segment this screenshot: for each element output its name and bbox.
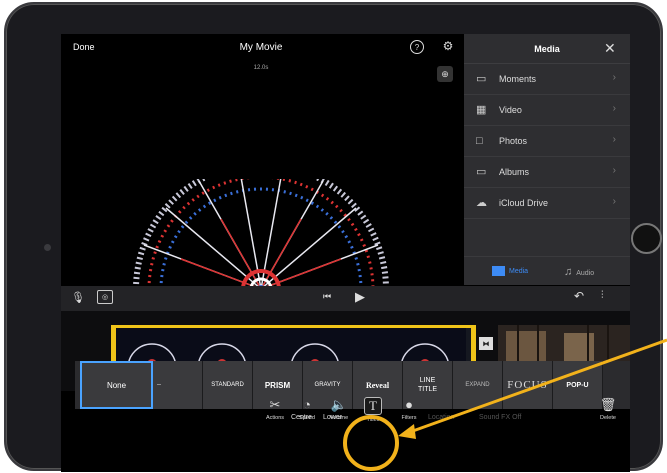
microphone-icon[interactable]: 🎙 bbox=[71, 291, 85, 304]
title-style-label: PRISM bbox=[264, 380, 291, 390]
toolbar-label: Filters bbox=[401, 415, 417, 421]
media-item-photos[interactable]: □ Photos › bbox=[464, 126, 630, 157]
home-button[interactable] bbox=[631, 223, 662, 254]
toolbar-label: Volume bbox=[329, 415, 349, 421]
clip-thumbnails bbox=[127, 343, 450, 363]
title-style-label: POP-U bbox=[566, 381, 589, 389]
media-panel: Media ✕ ▭ Moments › ▦ Video › □ Photos ›… bbox=[464, 34, 630, 285]
sound-fx-option[interactable]: Sound FX Off bbox=[479, 414, 521, 421]
clip-thumbnails bbox=[498, 325, 630, 366]
title-style-label: GRAVITY bbox=[314, 382, 341, 388]
zoom-icon[interactable]: ⊕ bbox=[437, 66, 453, 82]
filters-button[interactable]: ● Filters bbox=[391, 397, 427, 421]
camera-icon[interactable]: ◎ bbox=[97, 290, 113, 304]
media-item-video[interactable]: ▦ Video › bbox=[464, 95, 630, 126]
gear-icon[interactable]: ⚙ bbox=[441, 39, 455, 53]
toolbar-label: Actions bbox=[265, 415, 285, 421]
media-item-label: Moments bbox=[499, 74, 537, 84]
tab-audio-label: Audio bbox=[576, 270, 595, 277]
video-clip-next[interactable] bbox=[498, 325, 630, 366]
title-style-focus[interactable]: FOCUS bbox=[503, 361, 553, 409]
title-style-label: EXPAND bbox=[465, 382, 490, 388]
toolbar-label: Speed bbox=[299, 415, 315, 421]
album-icon: ▭ bbox=[476, 166, 487, 178]
volume-icon: 🔈 bbox=[330, 397, 348, 412]
video-preview-ferris-wheel bbox=[133, 179, 389, 289]
actions-button[interactable]: ✂ Actions bbox=[257, 397, 293, 421]
media-panel-header: Media ✕ bbox=[464, 34, 630, 64]
undo-icon[interactable]: ↶ bbox=[574, 289, 584, 303]
title-style-label: LINE TITLE bbox=[417, 377, 438, 393]
media-item-label: iCloud Drive bbox=[499, 198, 549, 208]
video-clip-selected[interactable] bbox=[111, 325, 476, 366]
title-style-label: Reveal bbox=[365, 380, 390, 390]
media-item-label: Albums bbox=[499, 167, 530, 177]
highlight-circle bbox=[343, 415, 399, 471]
titles-icon: T bbox=[364, 397, 382, 415]
media-item-label: Photos bbox=[499, 136, 528, 146]
chevron-right-icon: › bbox=[612, 134, 616, 145]
chevron-right-icon: › bbox=[612, 103, 616, 114]
play-icon[interactable]: ▶ bbox=[355, 289, 365, 305]
cloud-icon: ☁ bbox=[476, 197, 487, 209]
chevron-right-icon: › bbox=[612, 165, 616, 176]
title-style-dashes[interactable]: -- bbox=[153, 361, 203, 409]
help-icon[interactable]: ? bbox=[410, 40, 424, 54]
timeline-controls: 🎙 ◎ ⏮ ▶ ↶ ⫶ bbox=[61, 286, 630, 311]
title-style-label: FOCUS bbox=[507, 379, 548, 391]
chevron-right-icon: › bbox=[612, 196, 616, 207]
moments-icon: ▭ bbox=[476, 73, 487, 85]
tab-audio[interactable]: ♫ Audio bbox=[564, 266, 594, 278]
media-tab-icon bbox=[492, 266, 505, 276]
title-style-none[interactable]: None bbox=[80, 361, 153, 409]
media-item-icloud-drive[interactable]: ☁ iCloud Drive › bbox=[464, 188, 630, 219]
skip-back-icon[interactable]: ⏮ bbox=[323, 291, 331, 302]
film-icon: ▦ bbox=[476, 104, 487, 116]
speed-button[interactable]: ◔ Speed bbox=[289, 397, 325, 421]
speed-icon: ◔ bbox=[303, 397, 311, 412]
media-item-label: Video bbox=[499, 105, 522, 115]
photo-icon: □ bbox=[476, 135, 483, 147]
scissors-icon: ✂ bbox=[269, 397, 281, 412]
title-style-expand[interactable]: EXPAND bbox=[453, 361, 503, 409]
media-item-albums[interactable]: ▭ Albums › bbox=[464, 157, 630, 188]
title-style-label: -- bbox=[157, 382, 161, 388]
front-camera bbox=[44, 244, 51, 251]
title-style-label: None bbox=[106, 380, 127, 390]
media-panel-tabs: Media ♫ Audio bbox=[464, 256, 630, 285]
transition-icon[interactable]: ⧓ bbox=[479, 337, 493, 350]
title-style-standard[interactable]: STANDARD bbox=[203, 361, 253, 409]
volume-button[interactable]: 🔈 Volume bbox=[321, 397, 357, 421]
close-icon[interactable]: ✕ bbox=[604, 40, 616, 57]
music-note-icon: ♫ bbox=[564, 266, 573, 278]
audio-waveform-icon[interactable]: ⫶ bbox=[601, 290, 604, 301]
title-style-label: STANDARD bbox=[211, 382, 244, 388]
tab-media[interactable]: Media bbox=[492, 266, 528, 276]
title-location-option[interactable]: Location bbox=[428, 414, 454, 421]
project-title: My Movie bbox=[239, 42, 283, 53]
chevron-right-icon: › bbox=[612, 72, 616, 83]
delete-button[interactable]: 🗑 Delete bbox=[590, 397, 626, 421]
trash-icon: 🗑 bbox=[599, 397, 617, 412]
tab-media-label: Media bbox=[509, 267, 529, 275]
media-item-moments[interactable]: ▭ Moments › bbox=[464, 64, 630, 95]
filters-icon: ● bbox=[405, 397, 413, 412]
toolbar-label: Delete bbox=[600, 415, 616, 421]
project-duration: 12.0s bbox=[253, 65, 269, 71]
